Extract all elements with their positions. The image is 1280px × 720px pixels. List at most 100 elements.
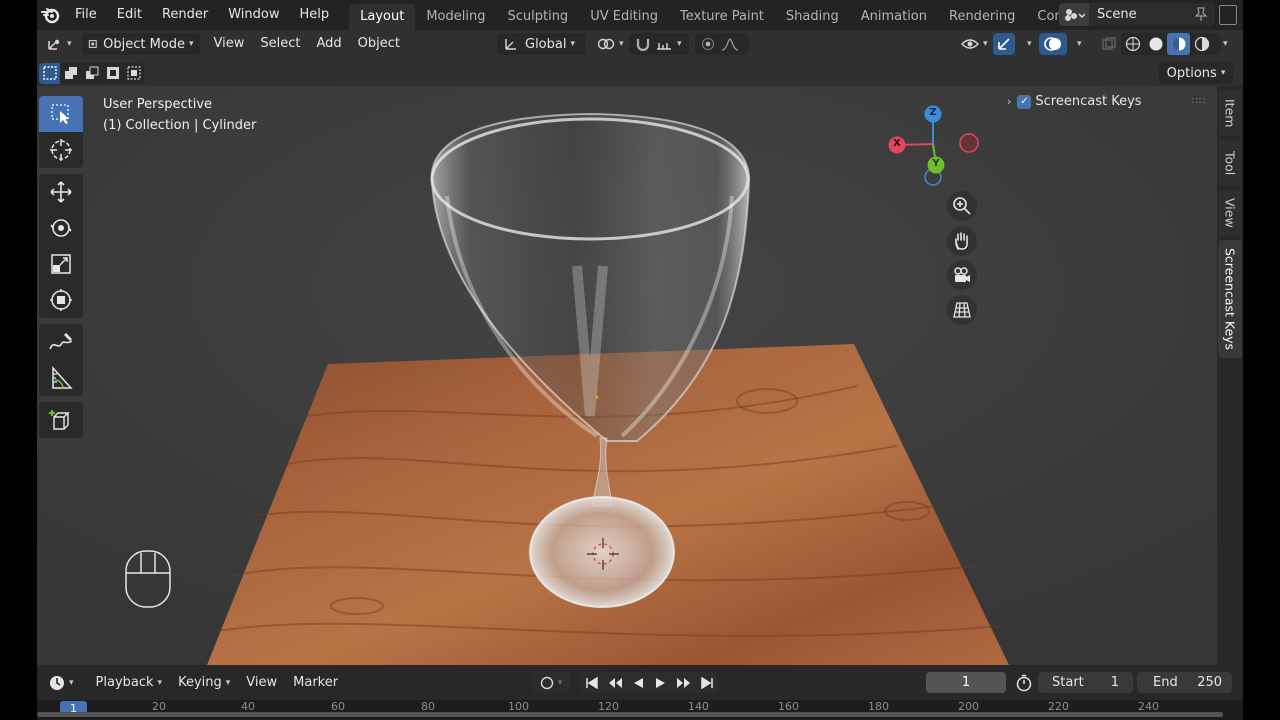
header-menu-select[interactable]: Select [252,30,308,58]
screencast-keys-checkbox[interactable]: ✓ [1017,94,1032,109]
options-dropdown[interactable]: Options ▾ [1159,62,1233,84]
play-button[interactable] [649,672,672,694]
transform-orientation-icon [505,39,516,50]
select-subtract-button[interactable] [81,62,102,84]
menu-edit[interactable]: Edit [107,0,152,30]
mode-dropdown[interactable]: Object Mode ▾ [81,33,200,55]
pin-icon[interactable] [1194,7,1208,24]
tab-rendering[interactable]: Rendering [938,4,1026,30]
scene-render [37,86,1217,665]
tab-animation[interactable]: Animation [850,4,938,30]
tab-layout[interactable]: Layout [349,4,416,30]
tool-annotate[interactable] [39,324,83,360]
jump-keyframe-back-button[interactable] [603,672,626,694]
chevron-down-icon: ▾ [225,677,231,688]
start-frame-field[interactable]: Start 1 [1038,672,1133,693]
tab-uv-editing[interactable]: UV Editing [579,4,669,30]
jump-keyframe-forward-button[interactable] [672,672,695,694]
gizmo-z-label[interactable]: Z [927,107,939,118]
gizmo-toggle-button[interactable] [993,33,1015,55]
menu-file[interactable]: File [65,0,107,30]
pan-button[interactable] [947,226,977,256]
chevron-down-icon: ▾ [69,677,74,688]
select-extend-button[interactable] [60,62,81,84]
tool-rotate[interactable] [39,210,83,246]
timeline-menu-playback[interactable]: Playback ▾ [88,675,171,690]
visibility-button[interactable]: ▾ [955,33,994,55]
tool-select-box[interactable] [39,96,83,132]
chevron-right-icon[interactable]: › [1007,95,1011,108]
header-menu-object[interactable]: Object [350,30,408,58]
workspace-tabs: Layout Modeling Sculpting UV Editing Tex… [349,0,1121,30]
shading-dropdown[interactable]: ▾ [1213,33,1234,55]
3d-viewport[interactable]: User Perspective (1) Collection | Cylind… [37,86,1217,665]
tool-cursor[interactable] [39,132,83,168]
tool-scale[interactable] [39,246,83,282]
pivot-point-button[interactable]: ▾ [591,33,630,55]
gizmo-dropdown[interactable]: ▾ [1017,33,1038,55]
tool-measure[interactable] [39,360,83,396]
select-invert-button[interactable] [102,62,123,84]
tab-modeling[interactable]: Modeling [415,4,496,30]
tool-add-cube[interactable] [39,402,83,438]
menu-render[interactable]: Render [152,0,218,30]
menu-window[interactable]: Window [218,0,289,30]
tab-texture-paint[interactable]: Texture Paint [669,4,775,30]
timeline-menu-view[interactable]: View [238,675,285,690]
select-new-button[interactable] [39,62,60,84]
menu-help[interactable]: Help [290,0,340,30]
select-intersect-button[interactable] [123,62,144,84]
rendered-shading-button[interactable] [1190,33,1213,55]
sidebar-tab-tool[interactable]: Tool [1218,140,1242,186]
tool-move[interactable] [39,174,83,210]
timeline-editor-type-button[interactable]: ▾ [41,675,82,691]
scene-selector[interactable]: Scene [1059,3,1215,26]
xray-button[interactable] [1095,33,1123,55]
zoom-button[interactable] [947,191,977,221]
jump-end-button[interactable] [695,672,718,694]
gizmo-y-label[interactable]: Y [930,158,942,169]
perspective-toggle-button[interactable] [947,295,977,325]
overlays-toggle-button[interactable] [1039,33,1067,55]
blender-logo-icon[interactable] [37,0,65,30]
auto-keying-button[interactable]: ▾ [532,672,570,694]
drag-handle-icon[interactable]: ∷∷ [1192,96,1207,107]
keyframe-forward-icon [676,678,690,688]
timeline-menu-keying[interactable]: Keying ▾ [170,675,238,690]
grid-perspective-icon [953,302,971,318]
wireframe-shading-button[interactable] [1121,33,1144,55]
chevron-down-icon: ▾ [157,677,163,688]
axes-icon [48,39,60,50]
wireframe-icon [1125,36,1140,52]
solid-shading-button[interactable] [1144,33,1167,55]
snap-button[interactable]: ▾ [629,33,689,55]
camera-view-button[interactable] [947,260,977,290]
timeline-ruler[interactable]: 1 20 40 60 80 100 120 140 160 180 200 22… [37,700,1243,720]
sidebar-tab-item[interactable]: Item [1218,90,1242,136]
transform-icon [50,289,72,311]
orientation-dropdown[interactable]: Global ▾ [497,33,585,55]
preview-range-button[interactable] [1015,674,1033,696]
header-menu-add[interactable]: Add [309,30,350,58]
sidebar-tab-screencast-keys[interactable]: Screencast Keys [1218,240,1242,358]
sidebar-tab-view[interactable]: View [1218,190,1242,236]
end-frame-field[interactable]: End 250 [1137,672,1232,693]
proportional-editing-button[interactable] [695,33,749,55]
tab-sculpting[interactable]: Sculpting [496,4,579,30]
editor-type-button[interactable]: ▾ [41,33,78,55]
timeline-scrollbar[interactable] [37,712,1223,717]
timeline-menu-marker[interactable]: Marker [285,675,346,690]
viewport-header: ▾ Object Mode ▾ View Select Add Object G… [37,30,1243,58]
overlays-dropdown[interactable]: ▾ [1067,33,1088,55]
tab-shading[interactable]: Shading [775,4,850,30]
gizmo-x-label[interactable]: X [891,138,903,149]
screencast-keys-panel-header[interactable]: › ✓ Screencast Keys ∷∷ [1007,94,1206,109]
tool-transform[interactable] [39,282,83,318]
jump-start-button[interactable] [580,672,603,694]
view-layer-icon[interactable] [1219,5,1237,25]
play-reverse-button[interactable] [626,672,649,694]
current-frame-field[interactable]: 1 [926,672,1006,693]
material-preview-button[interactable] [1167,33,1190,55]
scene-icon[interactable] [1059,3,1089,26]
header-menu-view[interactable]: View [206,30,253,58]
